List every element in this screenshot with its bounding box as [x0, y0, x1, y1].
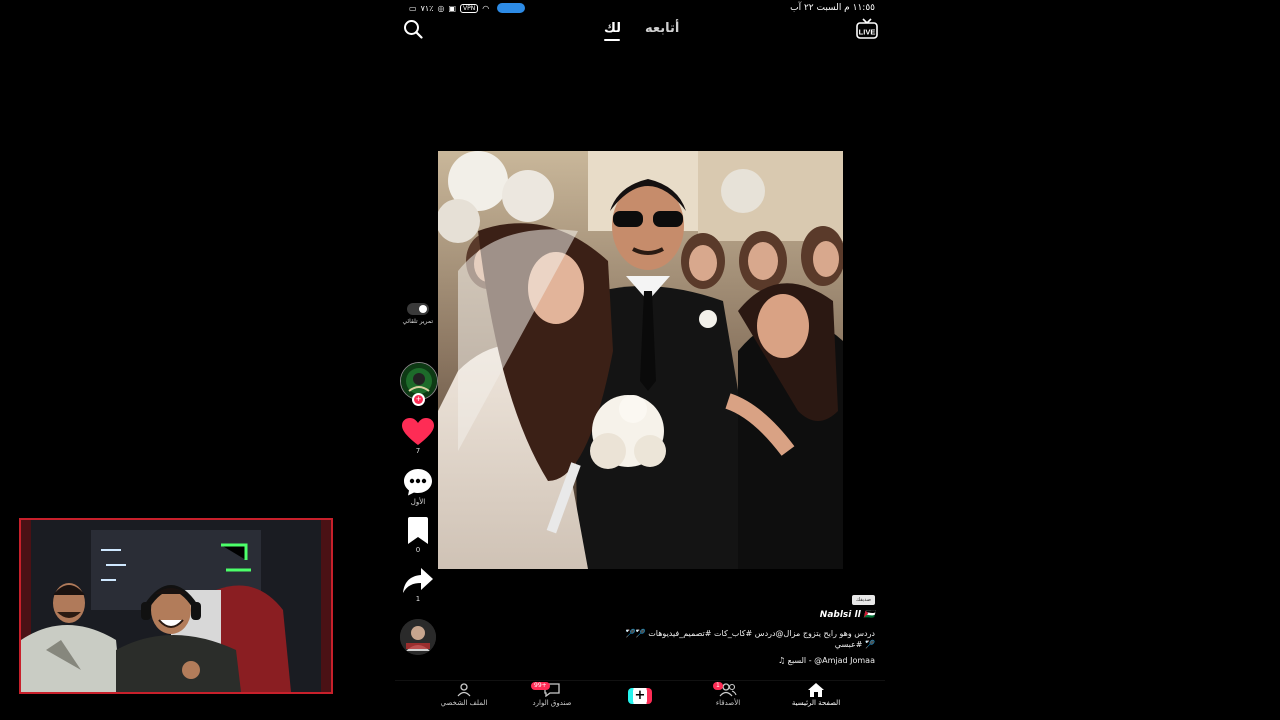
streamer-webcam [19, 518, 333, 694]
friends-badge: 1 [713, 682, 723, 690]
share-count: 1 [415, 595, 421, 603]
live-icon[interactable]: LIVE [855, 18, 879, 40]
nav-friends[interactable]: 1 الأصدقاء [693, 682, 763, 707]
vpn-icon: VPN [460, 3, 479, 13]
share-arrow-icon [403, 568, 433, 593]
home-icon [808, 683, 824, 697]
nav-friends-label: الأصدقاء [715, 699, 741, 707]
cast-icon [497, 3, 526, 13]
autoscroll-label: تمرير تلقائي [402, 318, 433, 325]
author-name[interactable]: Nablsi ll 🇵🇸 [625, 610, 875, 620]
nav-home-label: الصفحة الرئيسية [791, 699, 841, 707]
status-time-date: ١١:٥٥ م السبت ٢٢ آب [790, 3, 875, 13]
follow-plus-icon: + [414, 395, 423, 404]
post-image[interactable] [438, 151, 843, 569]
status-bar: ▭ ٧١٪ ◎ ▣ VPN ◠ ١١:٥٥ م السبت ٢٢ آب [395, 3, 885, 17]
comment-button[interactable]: الأول [400, 467, 436, 506]
bottom-nav: الصفحة الرئيسية 1 الأصدقاء + 99+ صندوق ا… [395, 680, 885, 720]
nav-profile[interactable]: الملف الشخصي [429, 683, 499, 707]
heart-icon [402, 418, 434, 445]
battery-level: ٧١٪ [420, 3, 434, 13]
save-count: 0 [415, 546, 421, 554]
nav-create[interactable]: + [605, 685, 675, 704]
share-button[interactable]: 1 [400, 568, 436, 603]
wifi-icon: ◠ [482, 3, 490, 13]
plus-icon: + [633, 688, 647, 704]
autoscroll-switch[interactable] [407, 303, 429, 315]
active-tab-indicator [604, 39, 620, 41]
create-button[interactable]: + [628, 688, 652, 704]
alarm-icon: ◎ [437, 3, 445, 13]
tab-following[interactable]: أتابعه [645, 21, 679, 36]
nav-inbox-label: صندوق الوارد [532, 699, 572, 707]
save-button[interactable]: 0 [400, 517, 436, 554]
nav-home[interactable]: الصفحة الرئيسية [781, 683, 851, 707]
caption: صديقك Nablsi ll 🇵🇸 دردس وهو رايح يتزوج م… [625, 586, 875, 665]
battery-icon: ▭ [409, 3, 417, 13]
music-disc[interactable] [400, 619, 436, 655]
sound-label[interactable]: Amjad Jomaa@ - السبع ♫ [625, 656, 875, 665]
nav-profile-label: الملف الشخصي [440, 699, 488, 707]
message-icon: ▣ [448, 3, 457, 13]
status-icons: ▭ ٧١٪ ◎ ▣ VPN ◠ [409, 3, 526, 13]
top-nav: أتابعه لك LIVE [395, 16, 885, 46]
nav-inbox[interactable]: 99+ صندوق الوارد [517, 682, 587, 707]
description[interactable]: دردس وهو رايح يتزوج مزال@دردس #كاب_كات #… [625, 628, 875, 650]
live-label: LIVE [859, 28, 876, 37]
tab-for-you[interactable]: لك [604, 21, 621, 36]
inbox-badge: 99+ [531, 682, 550, 690]
profile-icon [457, 683, 471, 697]
comment-icon [404, 469, 432, 496]
follow-button[interactable]: + [412, 393, 425, 406]
like-button[interactable]: 7 [400, 418, 436, 455]
comment-count: الأول [410, 498, 426, 506]
friend-tag: صديقك [851, 595, 875, 605]
like-count: 7 [415, 447, 421, 455]
bookmark-icon [408, 517, 428, 544]
tiktok-app-screen: ▭ ٧١٪ ◎ ▣ VPN ◠ ١١:٥٥ م السبت ٢٢ آب أتاب… [395, 0, 885, 720]
search-icon[interactable] [403, 19, 423, 39]
autoscroll-toggle[interactable]: تمرير تلقائي [402, 303, 433, 325]
